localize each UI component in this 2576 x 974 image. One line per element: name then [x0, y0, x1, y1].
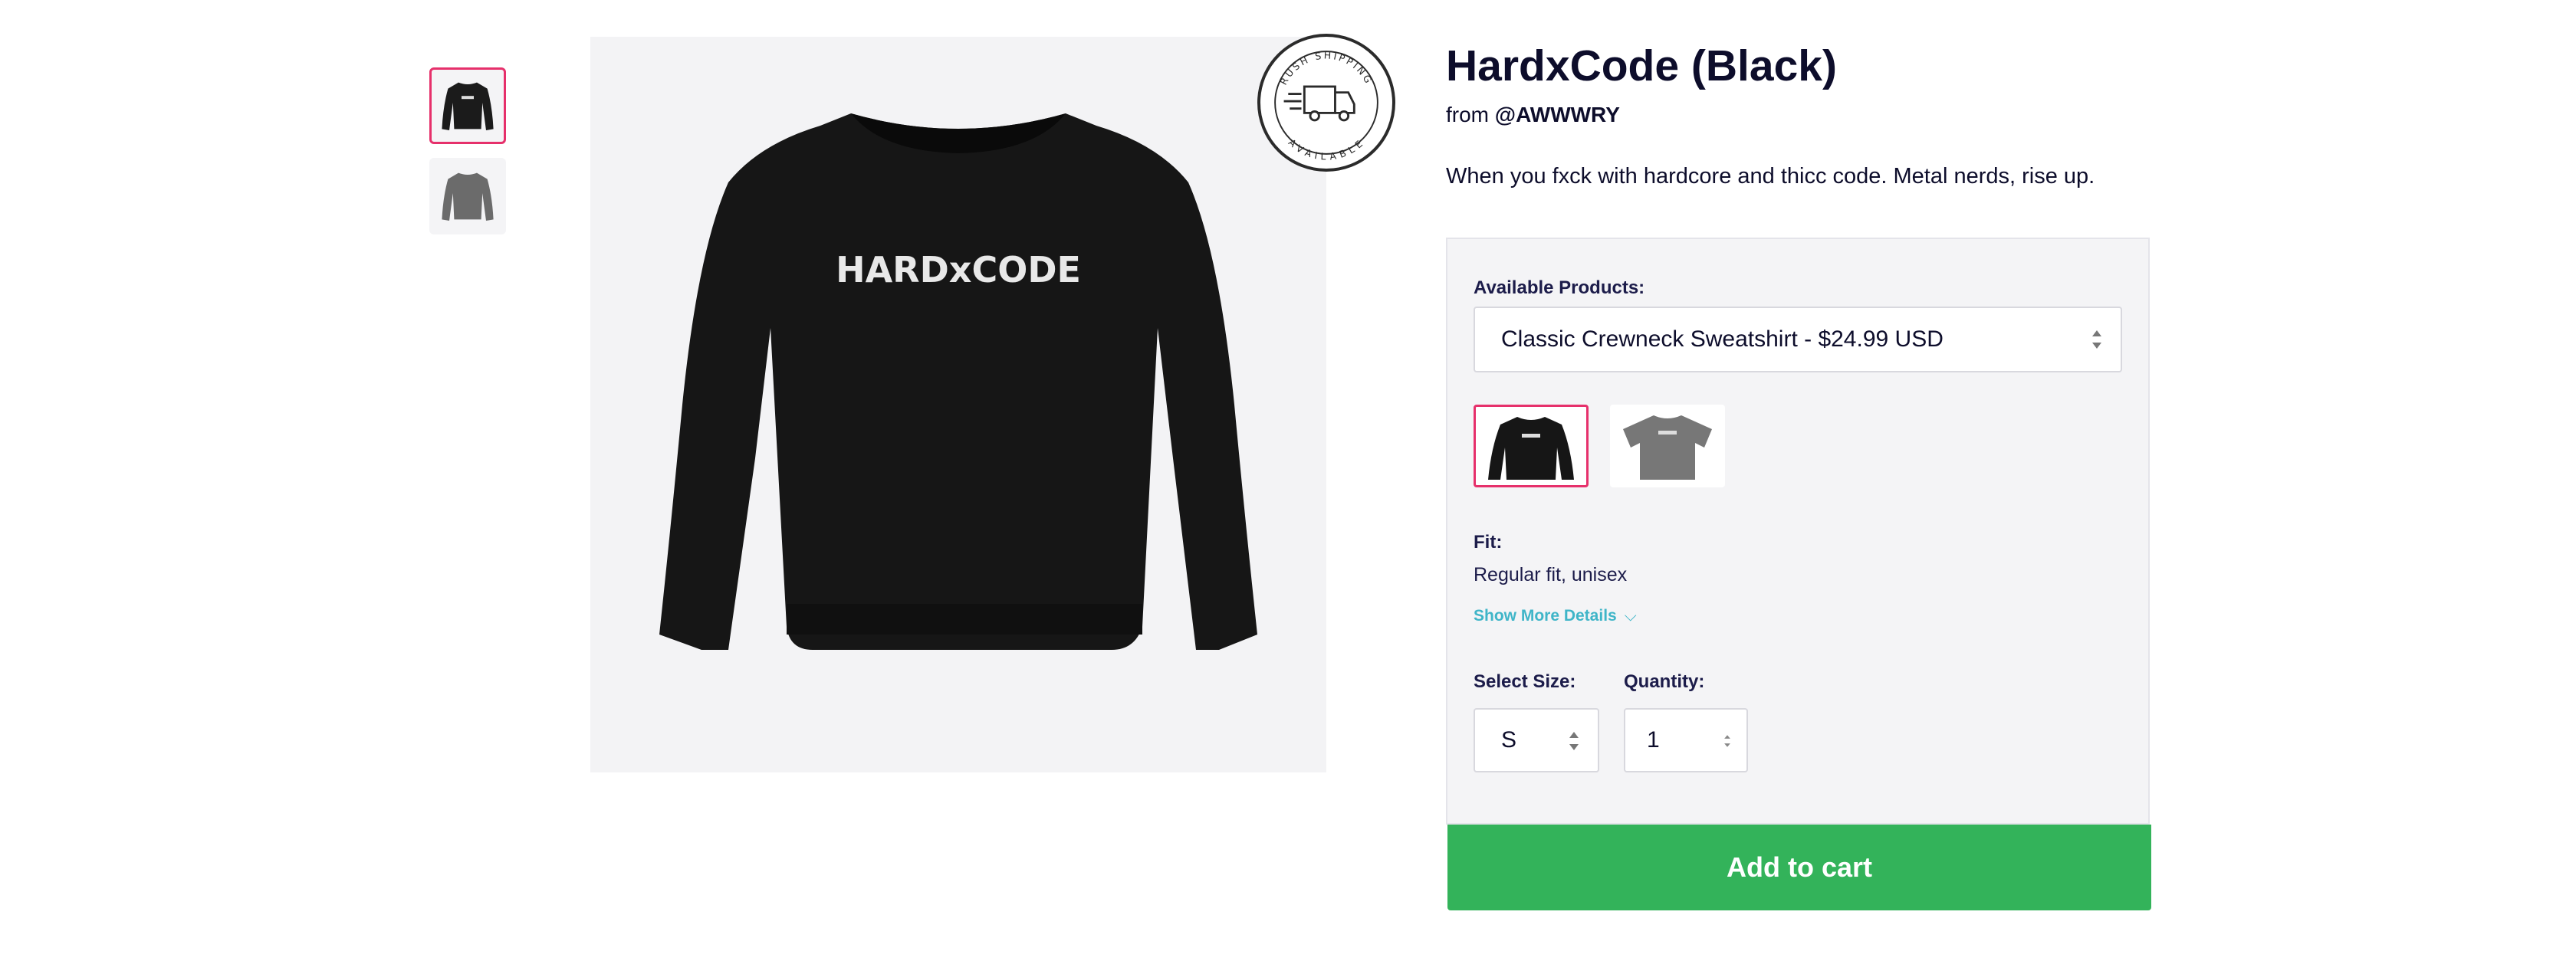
byline-prefix: from: [1446, 103, 1495, 126]
size-select[interactable]: S: [1474, 708, 1599, 772]
available-products-label: Available Products:: [1474, 277, 1645, 298]
swatch-tshirt-gray[interactable]: [1610, 405, 1725, 487]
badge-top-text: RUSH SHIPPING: [1277, 49, 1373, 87]
sweatshirt-image: HARDxCODE: [659, 113, 1257, 650]
fit-label: Fit:: [1474, 532, 1503, 553]
stepper-arrows-icon[interactable]: [1722, 730, 1733, 753]
product-options-panel: Available Products: Classic Crewneck Swe…: [1446, 238, 2150, 825]
product-select[interactable]: Classic Crewneck Sweatshirt - $24.99 USD: [1474, 307, 2122, 372]
quantity-value: 1: [1647, 727, 1660, 753]
product-byline: from @AWWWRY: [1446, 103, 2151, 127]
product-info: HardxCode (Black) from @AWWWRY When you …: [1446, 37, 2151, 189]
size-value: S: [1501, 727, 1517, 753]
tshirt-gray-icon: [1623, 415, 1712, 480]
chevron-down-icon: ⌵: [1624, 607, 1637, 625]
sweatshirt-gray-icon: [442, 172, 494, 221]
swatch-sweatshirt-black[interactable]: [1474, 405, 1589, 487]
truck-icon: [1283, 85, 1355, 122]
fit-value: Regular fit, unisex: [1474, 564, 1628, 585]
thumbnail-black-sweatshirt[interactable]: [429, 67, 506, 144]
product-description: When you fxck with hardcore and thicc co…: [1446, 164, 2095, 189]
thumbnail-gray-sweatshirt[interactable]: [429, 158, 506, 234]
badge-bottom-text: AVAILABLE: [1286, 136, 1365, 162]
designer-handle[interactable]: @AWWWRY: [1495, 103, 1620, 126]
size-label: Select Size:: [1474, 671, 1576, 692]
select-arrows-icon: [2092, 330, 2101, 349]
add-to-cart-button[interactable]: Add to cart: [1447, 825, 2151, 910]
selected-product: Classic Crewneck Sweatshirt - $24.99 USD: [1501, 326, 1944, 352]
select-arrows-icon: [1569, 732, 1579, 750]
sweatshirt-black-icon: [1488, 417, 1574, 480]
svg-text:RUSH SHIPPING: RUSH SHIPPING: [1277, 49, 1375, 87]
product-main-image: HARDxCODE: [590, 37, 1326, 772]
svg-text:AVAILABLE: AVAILABLE: [1286, 136, 1366, 162]
quantity-input[interactable]: 1: [1624, 708, 1748, 772]
show-more-label: Show More Details: [1474, 607, 1617, 625]
thumbnail-list: [429, 67, 509, 248]
sweatshirt-black-icon: [442, 82, 494, 130]
rush-shipping-badge: RUSH SHIPPING AVAILABLE: [1257, 34, 1395, 172]
show-more-details-link[interactable]: Show More Details ⌵: [1474, 607, 1637, 625]
quantity-label: Quantity:: [1624, 671, 1705, 692]
print-text: HARDxCODE: [836, 249, 1081, 290]
product-title: HardxCode (Black): [1446, 41, 1837, 90]
